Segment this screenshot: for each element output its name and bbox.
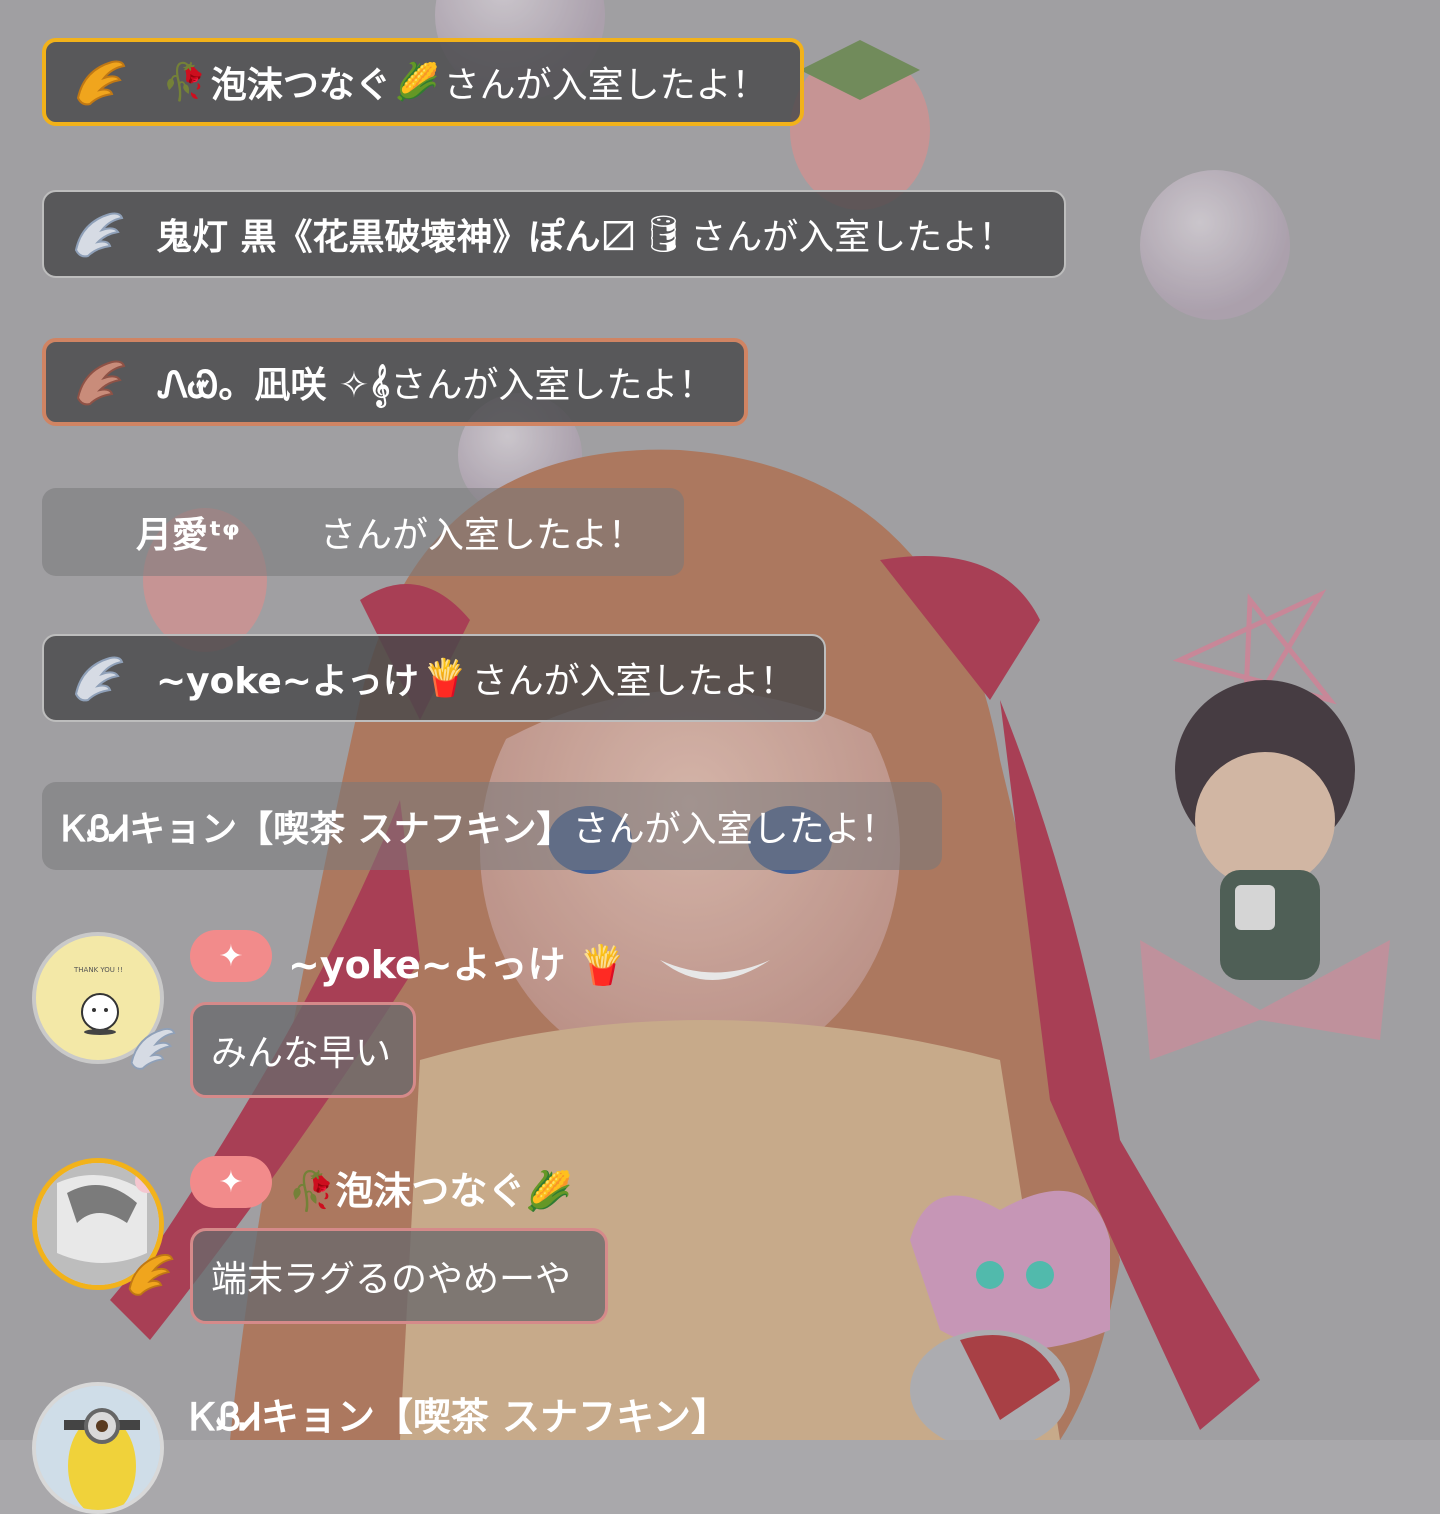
join-notice: ~yoke~よっけ 🍟 さんが入室したよ！ (42, 634, 826, 722)
join-text: さんが入室したよ！ (690, 217, 1015, 258)
avatar-image (36, 1386, 160, 1510)
chat-username[interactable]: 🥀泡沫つなぐ🌽 (288, 1160, 573, 1215)
join-username[interactable]: 泡沫つなぐ (211, 56, 391, 108)
avatar[interactable] (32, 1382, 164, 1514)
sparkle-icon: ✦ (218, 938, 244, 974)
join-notice: 月愛ᵗᵠ さんが入室したよ！ (42, 488, 684, 576)
join-text: さんが入室したよ！ (471, 661, 796, 702)
join-username[interactable]: ~yoke~よっけ (156, 652, 419, 704)
chat-text: 端末ラグるのやめーや (211, 1259, 572, 1300)
silver-wing-icon (74, 656, 124, 702)
sparkle-badge: ✦ (190, 1156, 272, 1208)
join-notice: 🥀 泡沫つなぐ 🌽 さんが入室したよ！ (42, 38, 804, 126)
join-text: さんが入室したよ！ (572, 809, 897, 850)
silver-wing-icon (130, 1028, 176, 1070)
join-notice: ᏦᏰᏗキョン【喫茶 スナフキン】 さんが入室したよ！ (42, 782, 942, 870)
avatar-caption: THANK YOU !! (74, 966, 123, 974)
gold-wing-icon (76, 60, 126, 106)
join-text: さんが入室したよ！ (443, 65, 768, 106)
sparkle-icon: ✦ (218, 1164, 244, 1200)
chat-username[interactable]: ~yoke~よっけ 🍟 (288, 934, 626, 989)
join-username[interactable]: ᏦᏰᏗキョン【喫茶 スナフキン】 (62, 800, 573, 852)
gold-wing-icon (128, 1254, 174, 1296)
rose-icon: 🥀 (162, 62, 207, 103)
join-username[interactable]: 月愛ᵗᵠ (136, 506, 320, 558)
fries-icon: 🍟 (422, 658, 468, 699)
join-notice: 鬼灯 黒《花黒破壊神》ぽん〼 🛢 さんが入室したよ！ (42, 190, 1066, 278)
join-username[interactable]: 鬼灯 黒《花黒破壊神》ぽん〼 (156, 208, 637, 260)
join-text: さんが入室したよ！ (320, 515, 645, 556)
chat-text: みんな早い (211, 1033, 392, 1074)
join-username[interactable]: ᏁᏯ。凪咲 ✧𝄞 (158, 356, 390, 408)
join-notice: ᏁᏯ。凪咲 ✧𝄞 さんが入室したよ！ (42, 338, 748, 426)
chat-bubble: みんな早い (190, 1002, 416, 1098)
chat-username[interactable]: ᏦᏰᏗキョン【喫茶 スナフキン】 (190, 1386, 729, 1441)
chat-bubble: 端末ラグるのやめーや (190, 1228, 608, 1324)
join-text: さんが入室したよ！ (390, 365, 715, 406)
copper-wing-icon (76, 360, 126, 406)
silver-wing-icon (74, 212, 124, 258)
corn-icon: 🌽 (394, 62, 440, 103)
barrel-icon: 🛢 (640, 214, 687, 255)
sparkle-badge: ✦ (190, 930, 272, 982)
